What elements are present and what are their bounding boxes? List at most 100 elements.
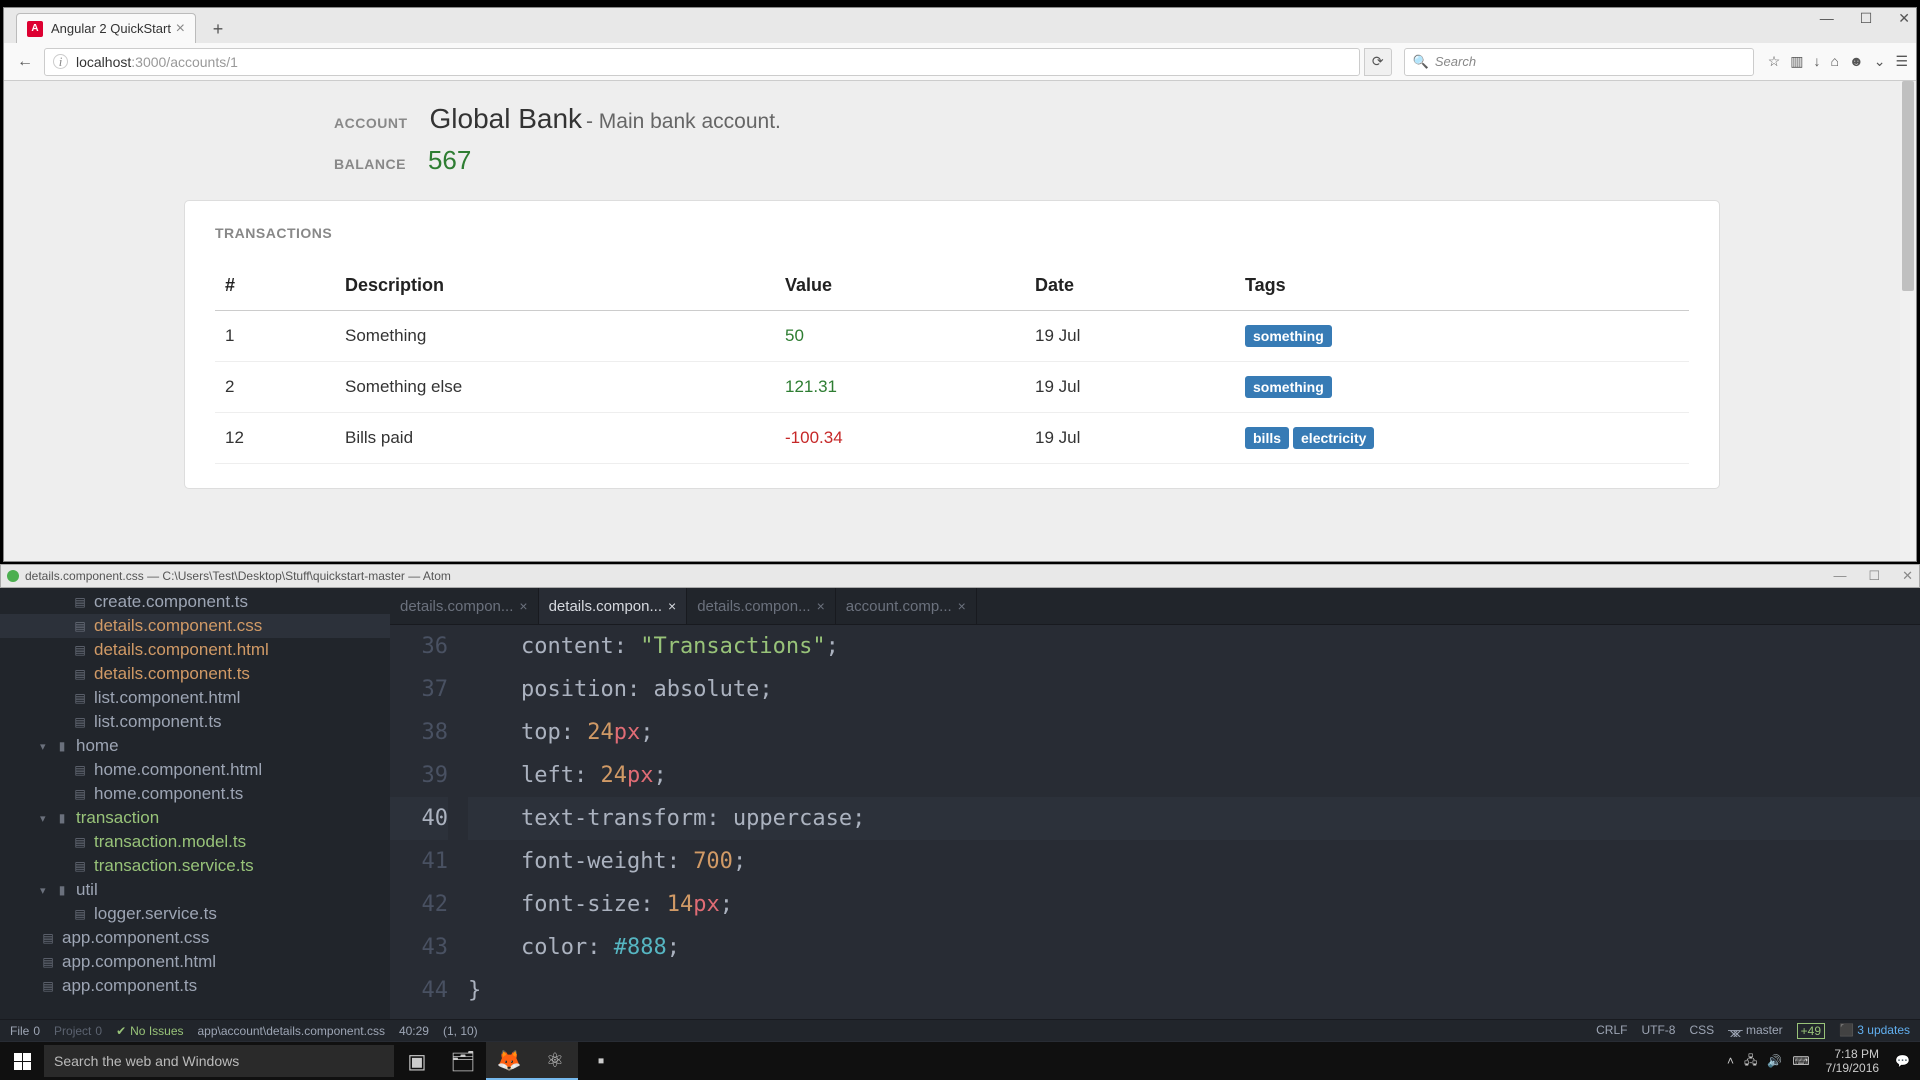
- site-info-icon[interactable]: i: [53, 54, 68, 69]
- tree-file[interactable]: ▤app.component.ts: [0, 974, 390, 998]
- tree-file[interactable]: ▤transaction.service.ts: [0, 854, 390, 878]
- status-language[interactable]: CSS: [1689, 1023, 1714, 1039]
- status-updates[interactable]: ⬛ 3 updates: [1839, 1023, 1910, 1039]
- cell-tags: billselectricity: [1235, 413, 1689, 464]
- pocket-icon[interactable]: ⌄: [1874, 53, 1886, 70]
- firefox-window: A Angular 2 QuickStart × + — ☐ ✕ ← i loc…: [3, 7, 1917, 562]
- tree-file[interactable]: ▤create.component.ts: [0, 590, 390, 614]
- tree-file[interactable]: ▤logger.service.ts: [0, 902, 390, 926]
- tab-close-icon[interactable]: ×: [958, 598, 966, 614]
- start-button[interactable]: [0, 1042, 44, 1080]
- status-path[interactable]: app\account\details.component.css: [198, 1024, 385, 1038]
- search-placeholder: Search the web and Windows: [54, 1053, 239, 1069]
- status-eol[interactable]: CRLF: [1596, 1023, 1627, 1039]
- tree-file[interactable]: ▤details.component.css: [0, 614, 390, 638]
- maximize-icon[interactable]: ☐: [1868, 568, 1880, 584]
- tree-label: home: [76, 736, 119, 756]
- atom-titlebar: details.component.css — C:\Users\Test\De…: [0, 564, 1920, 588]
- cell-date: 19 Jul: [1025, 413, 1235, 464]
- col-num: #: [215, 261, 335, 311]
- status-diff[interactable]: +49: [1797, 1023, 1825, 1039]
- tab-close-icon[interactable]: ×: [817, 598, 825, 614]
- smiley-icon[interactable]: ☻: [1849, 53, 1864, 70]
- back-button[interactable]: ←: [12, 49, 38, 75]
- tag-badge[interactable]: electricity: [1293, 427, 1374, 449]
- atom-title: details.component.css — C:\Users\Test\De…: [25, 569, 1833, 583]
- file-tree[interactable]: ▤create.component.ts▤details.component.c…: [0, 588, 390, 1019]
- minimize-icon[interactable]: —: [1820, 10, 1834, 27]
- taskbar-search[interactable]: Search the web and Windows: [44, 1045, 394, 1077]
- tree-file[interactable]: ▤home.component.html: [0, 758, 390, 782]
- tree-file[interactable]: ▤details.component.ts: [0, 662, 390, 686]
- status-branch[interactable]: ᚘ master: [1728, 1023, 1782, 1039]
- explorer-icon[interactable]: 🗂: [440, 1042, 486, 1080]
- maximize-icon[interactable]: ☐: [1860, 10, 1873, 27]
- browser-search[interactable]: 🔍 Search: [1404, 48, 1754, 76]
- code-line[interactable]: font-weight: 700;: [468, 840, 1920, 883]
- code-line[interactable]: }: [468, 969, 1920, 1012]
- tag-badge[interactable]: something: [1245, 325, 1332, 347]
- editor-tab[interactable]: account.comp...×: [836, 588, 977, 624]
- tree-file[interactable]: ▤app.component.html: [0, 950, 390, 974]
- tab-label: details.compon...: [400, 598, 513, 615]
- taskbar-clock[interactable]: 7:18 PM 7/19/2016: [1820, 1047, 1885, 1075]
- bookmark-star-icon[interactable]: ☆: [1768, 53, 1781, 70]
- network-icon[interactable]: 🖧: [1744, 1051, 1757, 1072]
- status-cursor-pos[interactable]: 40:29: [399, 1024, 429, 1038]
- downloads-icon[interactable]: ↓: [1814, 53, 1821, 70]
- account-header: Account Global Bank - Main bank account.…: [4, 81, 1900, 200]
- code-area[interactable]: 363738394041424344 content: "Transaction…: [390, 625, 1920, 1012]
- new-tab-button[interactable]: +: [204, 19, 232, 43]
- tag-badge[interactable]: bills: [1245, 427, 1289, 449]
- code-line[interactable]: font-size: 14px;: [468, 883, 1920, 926]
- code-line[interactable]: color: #888;: [468, 926, 1920, 969]
- code-line[interactable]: content: "Transactions";: [468, 625, 1920, 668]
- task-view-icon[interactable]: ▣: [394, 1042, 440, 1080]
- cmd-icon[interactable]: ▪: [578, 1042, 624, 1080]
- tree-folder[interactable]: ▾▮util: [0, 878, 390, 902]
- tree-folder[interactable]: ▾▮home: [0, 734, 390, 758]
- tree-folder[interactable]: ▾▮transaction: [0, 806, 390, 830]
- code-lines[interactable]: content: "Transactions"; position: absol…: [468, 625, 1920, 1012]
- tree-file[interactable]: ▤list.component.ts: [0, 710, 390, 734]
- code-line[interactable]: position: absolute;: [468, 668, 1920, 711]
- tree-file[interactable]: ▤list.component.html: [0, 686, 390, 710]
- close-icon[interactable]: ✕: [1902, 568, 1913, 584]
- atom-taskbar-icon[interactable]: ⚛: [532, 1042, 578, 1080]
- url-bar[interactable]: i localhost:3000/accounts/1: [44, 48, 1360, 76]
- home-icon[interactable]: ⌂: [1831, 53, 1839, 70]
- editor-tab[interactable]: details.compon...×: [687, 588, 836, 624]
- status-encoding[interactable]: UTF-8: [1641, 1023, 1675, 1039]
- tab-close-icon[interactable]: ×: [668, 598, 676, 614]
- menu-icon[interactable]: ☰: [1895, 53, 1908, 70]
- library-icon[interactable]: ▥: [1790, 53, 1803, 70]
- tab-close-icon[interactable]: ×: [519, 598, 527, 614]
- tree-file[interactable]: ▤transaction.model.ts: [0, 830, 390, 854]
- tag-badge[interactable]: something: [1245, 376, 1332, 398]
- editor-tab[interactable]: details.compon...×: [539, 588, 688, 624]
- file-icon: ▤: [72, 787, 88, 801]
- tray-chevron-icon[interactable]: ˄: [1727, 1054, 1734, 1068]
- tab-close-icon[interactable]: ×: [176, 20, 185, 38]
- editor-tab[interactable]: details.compon... ×: [390, 588, 539, 624]
- page-scrollbar[interactable]: [1900, 81, 1916, 561]
- reload-button[interactable]: ⟳: [1364, 48, 1392, 76]
- minimize-icon[interactable]: —: [1833, 568, 1846, 584]
- close-icon[interactable]: ✕: [1898, 10, 1910, 27]
- status-issues[interactable]: ✔ No Issues: [116, 1024, 183, 1038]
- tree-file[interactable]: ▤app.component.css: [0, 926, 390, 950]
- status-project[interactable]: Project 0: [54, 1024, 102, 1038]
- file-icon: ▤: [72, 643, 88, 657]
- firefox-taskbar-icon[interactable]: 🦊: [486, 1042, 532, 1080]
- input-icon[interactable]: ⌨: [1792, 1054, 1809, 1068]
- status-file[interactable]: File 0: [10, 1024, 40, 1038]
- notifications-icon[interactable]: 💬: [1895, 1054, 1910, 1068]
- folder-icon: ▮: [54, 883, 70, 897]
- code-line[interactable]: text-transform: uppercase;: [468, 797, 1920, 840]
- code-line[interactable]: left: 24px;: [468, 754, 1920, 797]
- volume-icon[interactable]: 🔊: [1767, 1054, 1782, 1068]
- tree-file[interactable]: ▤details.component.html: [0, 638, 390, 662]
- tree-file[interactable]: ▤home.component.ts: [0, 782, 390, 806]
- browser-tab[interactable]: A Angular 2 QuickStart ×: [16, 13, 196, 43]
- code-line[interactable]: top: 24px;: [468, 711, 1920, 754]
